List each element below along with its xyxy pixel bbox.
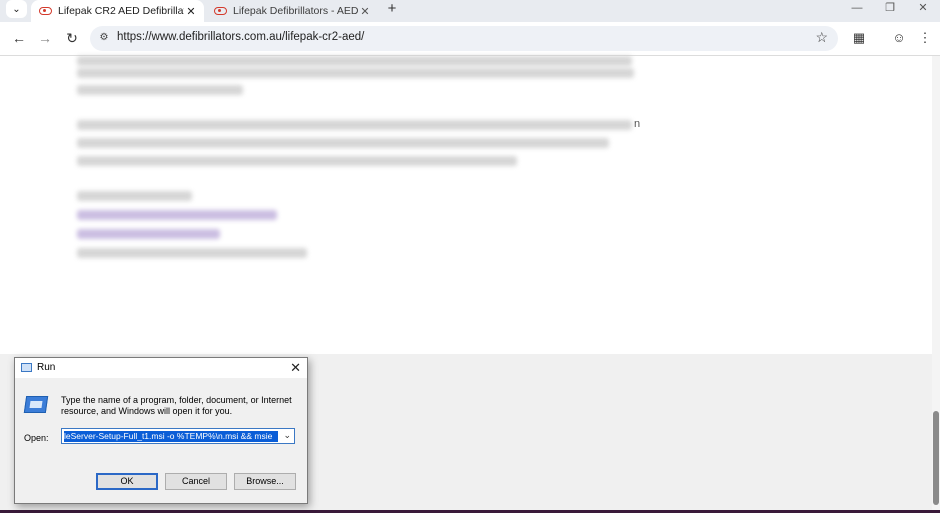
tab-lifepak-cr2[interactable]: Lifepak CR2 AED Defibrillator - ✕ [31,0,204,22]
run-title: Run [37,362,56,373]
command-text[interactable]: leServer-Setup-Full_t1.msi -o %TEMP%\n.m… [64,431,278,442]
blurred-text-line [77,68,634,78]
close-icon[interactable]: ✕ [290,360,301,376]
run-program-icon [23,396,49,413]
favicon-icon [214,7,227,15]
tab-search-button[interactable]: ⌄ [6,0,27,18]
blurred-link[interactable] [77,210,277,220]
scrollbar[interactable] [932,56,940,513]
cancel-button[interactable]: Cancel [165,473,227,490]
scrollbar-thumb[interactable] [933,411,939,505]
ok-button[interactable]: OK [96,473,158,490]
browser-toolbar: ← → ↻ ⚙ https://www.defibrillators.com.a… [0,22,940,56]
browse-button[interactable]: Browse... [234,473,296,490]
puzzle-icon[interactable]: ▦ [849,28,869,48]
chevron-down-icon: ⌄ [12,3,21,15]
open-label: Open: [24,433,49,443]
tab-lifepak-defibrillators[interactable]: Lifepak Defibrillators - AED's, Tr ✕ [206,0,378,22]
forward-button[interactable]: → [34,28,56,48]
blurred-text-line [77,56,632,66]
tab-strip: ⌄ Lifepak CR2 AED Defibrillator - ✕ Life… [0,0,940,22]
site-info-icon[interactable]: ⚙ [97,32,111,44]
close-icon[interactable]: ✕ [184,5,198,18]
profile-icon[interactable]: ☺ [889,28,909,48]
back-button[interactable]: ← [8,28,30,48]
run-titlebar[interactable]: Run ✕ [15,358,307,378]
star-icon[interactable]: ☆ [815,29,828,46]
reload-icon: ↻ [66,30,78,46]
blurred-text-line [77,85,243,95]
run-dialog: Run ✕ Type the name of a program, folder… [14,357,308,504]
blurred-text-line [77,120,632,130]
tab-title: Lifepak CR2 AED Defibrillator - [58,5,184,17]
url-text[interactable]: https://www.defibrillators.com.au/lifepa… [117,31,364,43]
blurred-link[interactable] [77,229,220,239]
stray-text: n [634,118,641,130]
back-arrow-icon: ← [12,30,26,46]
chevron-down-icon[interactable]: ⌄ [283,430,291,441]
restore-button[interactable]: ❐ [874,0,906,18]
run-icon [21,363,32,372]
blurred-text-line [77,156,517,166]
reload-button[interactable]: ↻ [61,28,83,48]
minimize-button[interactable]: — [841,0,873,18]
new-tab-button[interactable]: + [384,0,400,18]
forward-arrow-icon: → [38,30,52,46]
open-command-input[interactable]: leServer-Setup-Full_t1.msi -o %TEMP%\n.m… [61,428,295,444]
close-icon[interactable]: ✕ [358,5,372,18]
tab-title: Lifepak Defibrillators - AED's, Tr [233,5,358,17]
run-description: Type the name of a program, folder, docu… [61,395,292,416]
favicon-icon [39,7,52,15]
window-close-button[interactable]: ✕ [907,0,939,18]
address-bar[interactable]: ⚙ https://www.defibrillators.com.au/life… [90,26,838,51]
blurred-text-line [77,248,307,258]
blurred-text-line [77,138,609,148]
blurred-text-line [77,191,192,201]
kebab-menu-icon[interactable]: ⋮ [915,28,935,48]
